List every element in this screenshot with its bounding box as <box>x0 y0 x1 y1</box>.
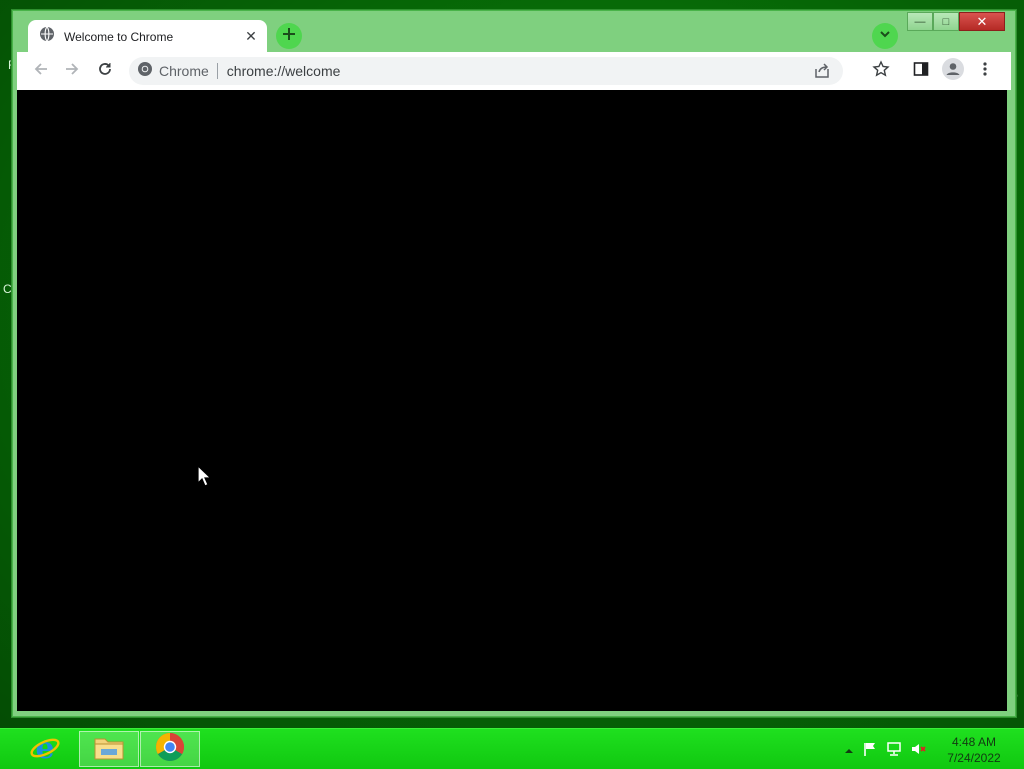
side-panel-button[interactable] <box>909 59 933 83</box>
reload-button[interactable] <box>93 59 117 83</box>
tab-title: Welcome to Chrome <box>64 29 174 44</box>
chrome-window: — □ ✕ Welcome to Chrome ✕ Chrome chrome:… <box>12 10 1016 717</box>
menu-button[interactable] <box>973 59 997 83</box>
page-content[interactable] <box>17 90 1007 711</box>
taskbar-file-explorer[interactable] <box>79 731 139 767</box>
minimize-icon: — <box>914 15 926 28</box>
clock-date: 7/24/2022 <box>947 751 1001 765</box>
taskbar-chrome[interactable] <box>140 731 200 767</box>
forward-button[interactable] <box>60 59 84 83</box>
tab-welcome[interactable]: Welcome to Chrome ✕ <box>28 20 267 53</box>
action-center-button[interactable] <box>862 741 878 762</box>
maximize-icon: □ <box>942 15 950 28</box>
plus-icon <box>282 27 296 46</box>
omnibox-divider <box>216 63 218 79</box>
avatar-icon <box>942 57 964 85</box>
star-icon <box>872 59 890 83</box>
show-hidden-icons-button[interactable] <box>844 743 854 761</box>
side-panel-icon <box>913 61 929 82</box>
folder-icon <box>93 733 125 766</box>
close-icon: ✕ <box>976 13 988 29</box>
reload-icon <box>97 61 113 82</box>
internet-explorer-icon: e <box>29 731 61 768</box>
chrome-logo-icon <box>137 61 153 82</box>
url-text[interactable]: chrome://welcome <box>227 63 341 79</box>
new-tab-button[interactable] <box>276 23 302 49</box>
tab-search-button[interactable] <box>872 23 898 49</box>
bookmark-button[interactable] <box>869 59 893 83</box>
tab-close-button[interactable]: ✕ <box>241 27 261 47</box>
browser-toolbar: Chrome chrome://welcome <box>17 52 1011 90</box>
system-tray <box>844 741 928 762</box>
back-button[interactable] <box>29 59 53 83</box>
chrome-icon <box>155 732 185 767</box>
mouse-cursor-icon <box>197 464 212 492</box>
kebab-menu-icon <box>977 61 993 82</box>
close-window-button[interactable]: ✕ <box>959 12 1005 31</box>
taskbar-clock[interactable]: 4:48 AM 7/24/2022 <box>930 734 1018 766</box>
network-button[interactable] <box>886 741 902 762</box>
volume-button[interactable] <box>910 741 928 762</box>
arrow-left-icon <box>33 61 49 82</box>
site-chip-label: Chrome <box>159 63 209 79</box>
clock-time: 4:48 AM <box>951 735 997 749</box>
chevron-up-icon <box>844 743 854 760</box>
desktop-text-fragment: C <box>3 282 12 296</box>
flag-icon <box>862 743 878 761</box>
share-button[interactable] <box>813 62 831 85</box>
taskbar: e 4:48 AM 7/24/2022 <box>0 728 1024 769</box>
svg-text:e: e <box>35 731 54 763</box>
window-controls: — □ ✕ <box>907 12 1005 31</box>
minimize-button[interactable]: — <box>907 12 933 31</box>
arrow-right-icon <box>64 61 80 82</box>
chevron-down-icon <box>879 27 891 45</box>
close-icon: ✕ <box>245 28 257 44</box>
network-icon <box>886 742 902 761</box>
taskbar-internet-explorer[interactable]: e <box>15 731 75 767</box>
maximize-button[interactable]: □ <box>933 12 959 31</box>
volume-muted-icon <box>910 744 928 761</box>
globe-icon <box>39 26 55 47</box>
share-icon <box>813 63 831 84</box>
address-bar[interactable]: Chrome chrome://welcome <box>129 57 843 85</box>
profile-button[interactable] <box>941 57 965 85</box>
